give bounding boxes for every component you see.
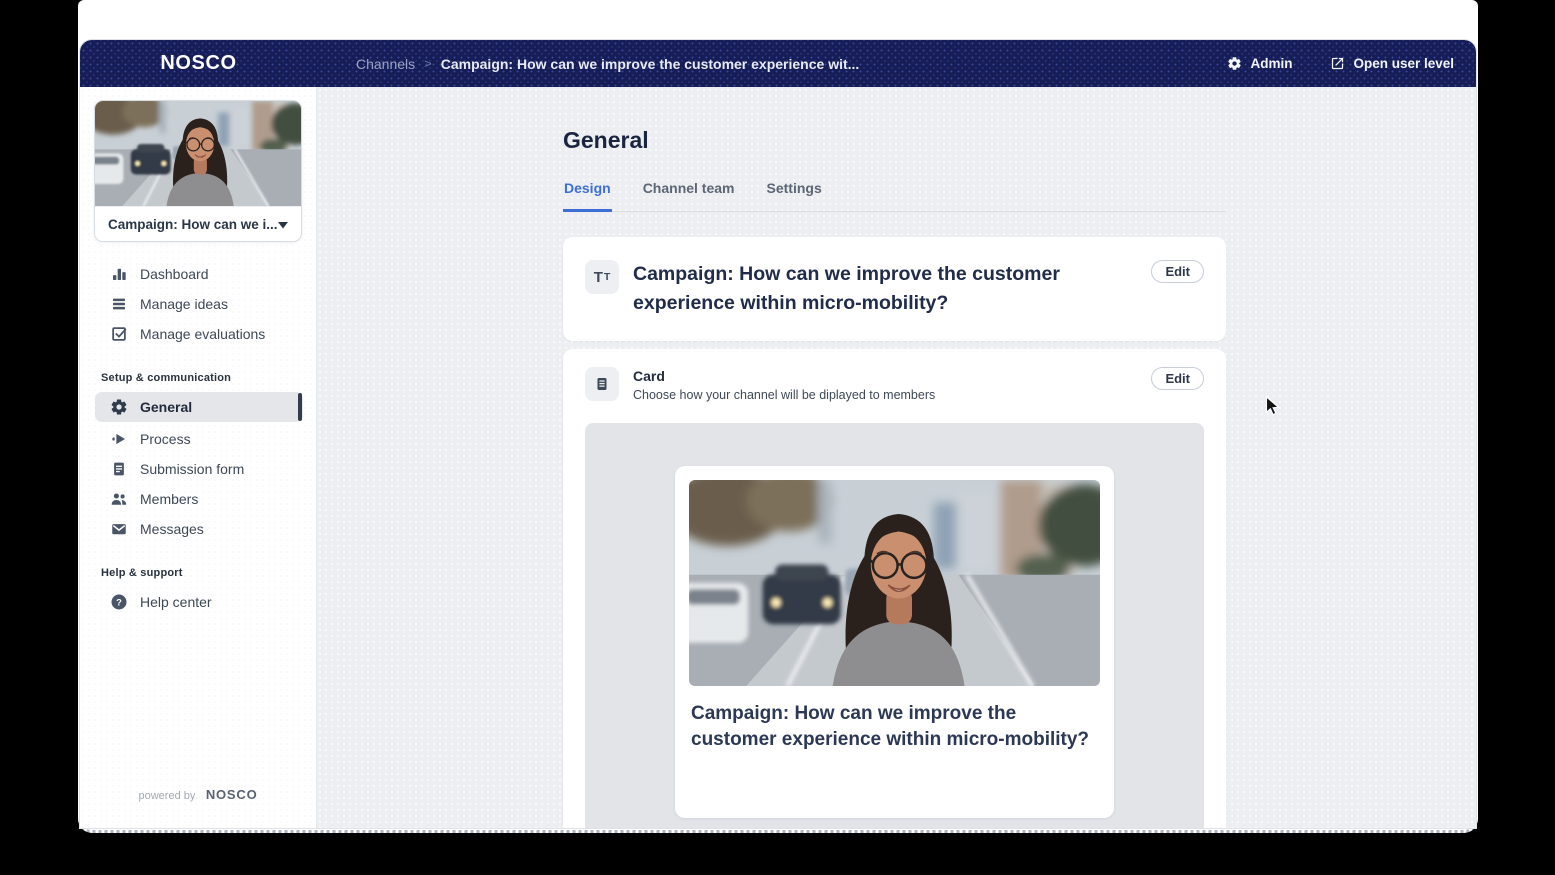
main-panel: General Design Channel team Settings TT … xyxy=(317,87,1476,828)
channel-title-heading: Campaign: How can we improve the custome… xyxy=(633,263,1060,314)
users-icon xyxy=(109,490,128,509)
section-label-setup: Setup & communication xyxy=(101,372,232,384)
bar-chart-icon xyxy=(109,265,128,284)
sidebar-item-members[interactable]: Members xyxy=(80,484,316,514)
open-user-level-button[interactable]: Open user level xyxy=(1330,56,1454,71)
card-section-card: Card Choose how your channel will be dip… xyxy=(563,349,1226,828)
check-square-icon xyxy=(109,325,128,344)
sidebar-item-help-center[interactable]: ? Help center xyxy=(80,587,316,617)
breadcrumb-current: Campaign: How can we improve the custome… xyxy=(440,55,860,72)
card-icon xyxy=(585,367,619,401)
card-section-subtitle: Choose how your channel will be diplayed… xyxy=(633,388,936,402)
breadcrumb: Channels > Campaign: How can we improve … xyxy=(317,56,1207,72)
sidebar-footer: powered by NOSCO xyxy=(80,786,316,804)
open-user-level-label: Open user level xyxy=(1353,56,1454,71)
text-icon-big: T xyxy=(593,268,603,286)
app-window: NOSCO Channels > Campaign: How can we im… xyxy=(80,40,1476,828)
channel-selector[interactable]: Campaign: How can we i... xyxy=(95,206,301,241)
page-title: General xyxy=(563,127,649,153)
sidebar-item-label: Process xyxy=(140,431,191,447)
edit-card-button[interactable]: Edit xyxy=(1151,367,1204,390)
channel-selector-label: Campaign: How can we i... xyxy=(108,216,278,232)
gear-icon xyxy=(109,398,128,417)
sidebar-item-manage-evaluations[interactable]: Manage evaluations xyxy=(80,319,316,349)
channel-photo xyxy=(95,101,301,206)
admin-label: Admin xyxy=(1250,56,1293,71)
sidebar-item-process[interactable]: Process xyxy=(80,424,316,454)
sidebar-item-label: Members xyxy=(140,491,199,507)
edit-title-button[interactable]: Edit xyxy=(1151,260,1204,283)
sidebar-item-label: Manage ideas xyxy=(140,296,228,312)
preview-photo xyxy=(689,480,1100,686)
question-icon: ? xyxy=(109,593,128,612)
chevron-down-icon xyxy=(278,217,288,232)
card-section-header: Card Choose how your channel will be dip… xyxy=(585,367,1204,402)
sidebar-item-submission-form[interactable]: Submission form xyxy=(80,454,316,484)
svg-text:?: ? xyxy=(116,597,122,607)
breadcrumb-separator: > xyxy=(424,56,432,71)
sidebar-item-label: Submission form xyxy=(140,461,245,477)
card-preview-panel: Campaign: How can we improve the custome… xyxy=(585,423,1204,828)
envelope-icon xyxy=(109,520,128,539)
header-actions: Admin Open user level xyxy=(1207,56,1476,71)
breadcrumb-channels[interactable]: Channels xyxy=(356,56,415,72)
brand-logo: NOSCO xyxy=(160,52,237,74)
sidebar-item-label: Manage evaluations xyxy=(140,326,266,342)
tab-bar: Design Channel team Settings xyxy=(563,180,1226,212)
external-link-icon xyxy=(1330,56,1345,71)
preview-card-title: Campaign: How can we improve the custome… xyxy=(691,703,1090,750)
sidebar-item-general[interactable]: General xyxy=(95,392,303,422)
channel-preview-card: Campaign: How can we improve the custome… xyxy=(675,466,1114,818)
tab-design[interactable]: Design xyxy=(563,180,612,212)
sidebar-item-label: General xyxy=(140,399,193,415)
text-style-icon: TT xyxy=(585,260,619,294)
admin-button[interactable]: Admin xyxy=(1227,56,1292,71)
powered-by-label: powered by xyxy=(138,790,196,802)
sidebar-item-dashboard[interactable]: Dashboard xyxy=(80,259,316,289)
sidebar-item-messages[interactable]: Messages xyxy=(80,514,316,544)
sidebar: Campaign: How can we i... Dashboard Mana… xyxy=(80,87,317,828)
sidebar-nav-help: ? Help center xyxy=(80,587,316,617)
arrow-right-icon xyxy=(109,430,128,449)
main-content: General Design Channel team Settings TT … xyxy=(563,127,1226,828)
card-section-title: Card xyxy=(633,368,665,384)
footer-brand: NOSCO xyxy=(205,787,258,802)
section-label-help: Help & support xyxy=(101,567,183,579)
sidebar-item-label: Dashboard xyxy=(140,266,209,282)
top-bar: NOSCO Channels > Campaign: How can we im… xyxy=(80,40,1476,87)
app-body: Campaign: How can we i... Dashboard Mana… xyxy=(80,87,1476,828)
card-section-texts: Card Choose how your channel will be dip… xyxy=(633,367,1137,402)
sidebar-nav-top: Dashboard Manage ideas Manage evaluation… xyxy=(80,259,316,349)
document-icon xyxy=(109,460,128,479)
sidebar-nav-setup: General Process Submission form Members … xyxy=(80,392,316,544)
tab-channel-team[interactable]: Channel team xyxy=(642,180,736,212)
mouse-cursor xyxy=(1265,396,1280,416)
gear-icon xyxy=(1227,56,1242,71)
sidebar-item-manage-ideas[interactable]: Manage ideas xyxy=(80,289,316,319)
title-section-card: TT Campaign: How can we improve the cust… xyxy=(563,237,1226,341)
page-canvas: { "header": { "logo": "NOSCO", "breadcru… xyxy=(0,0,1555,875)
sidebar-item-label: Messages xyxy=(140,521,204,537)
stack-icon xyxy=(109,295,128,314)
tab-settings[interactable]: Settings xyxy=(766,180,823,212)
channel-card: Campaign: How can we i... xyxy=(94,100,302,242)
sidebar-item-label: Help center xyxy=(140,594,212,610)
text-icon-small: T xyxy=(603,271,611,283)
